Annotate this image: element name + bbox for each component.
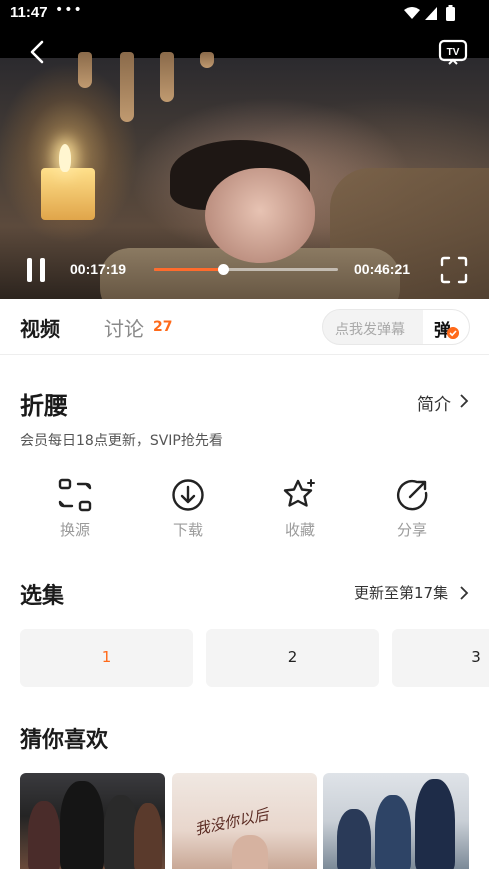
recommendations-title: 猜你喜欢	[20, 728, 109, 753]
check-icon	[447, 327, 459, 339]
chevron-right-icon[interactable]	[458, 585, 470, 601]
recommendation-poster[interactable]	[323, 773, 469, 869]
share-label: 分享	[396, 521, 427, 539]
share-icon	[396, 479, 428, 511]
back-icon[interactable]	[26, 38, 50, 66]
status-notification-dots: •••	[55, 2, 83, 18]
status-signal-battery-icon	[404, 5, 455, 21]
fullscreen-icon[interactable]	[440, 256, 468, 284]
discuss-count-badge: 27	[153, 319, 173, 335]
pause-button[interactable]	[24, 257, 50, 283]
total-time: 00:46:21	[354, 261, 411, 277]
recommendation-poster[interactable]: 我没你以后	[172, 773, 317, 869]
episode-item-1[interactable]: 1	[20, 629, 193, 687]
share-button[interactable]: 分享	[377, 478, 447, 548]
tab-video[interactable]: 视频	[20, 313, 60, 342]
favorite-button[interactable]: 收藏	[265, 478, 335, 548]
episodes-update-link[interactable]: 更新至第17集	[354, 582, 448, 603]
status-time: 11:47	[10, 4, 48, 21]
episode-number: 3	[471, 648, 481, 666]
video-detail-page: 11:47 ••• TV 00:17:19 00:46:21 视频 讨论 27 …	[0, 0, 489, 869]
favorite-label: 收藏	[284, 521, 315, 539]
episodes-title: 选集	[20, 584, 65, 609]
download-icon	[172, 479, 204, 511]
update-note: 会员每日18点更新，SVIP抢先看	[20, 433, 223, 449]
switch-source-icon	[58, 478, 92, 512]
star-icon	[283, 479, 315, 507]
status-bar: 11:47 •••	[0, 0, 489, 28]
episode-item-3[interactable]: 3	[392, 629, 489, 687]
switch-source-label: 换源	[59, 521, 90, 539]
episode-number: 2	[287, 648, 298, 666]
tv-cast-icon[interactable]: TV	[438, 38, 468, 66]
episode-number: 1	[101, 648, 112, 666]
video-player[interactable]: 11:47 ••• TV 00:17:19 00:46:21	[0, 0, 489, 299]
poster-title-script: 我没你以后	[193, 805, 271, 839]
danmu-toggle-button[interactable]: 弹	[423, 310, 469, 344]
danmu-input[interactable]: 点我发弹幕	[335, 319, 405, 339]
show-title: 折腰	[20, 392, 68, 420]
danmu-bar: 点我发弹幕 弹	[322, 309, 470, 345]
intro-link[interactable]: 简介	[417, 390, 451, 415]
detail-tabs: 视频 讨论 27 点我发弹幕 弹	[0, 299, 489, 355]
svg-text:TV: TV	[447, 47, 460, 58]
download-label: 下载	[172, 521, 203, 539]
tab-discuss[interactable]: 讨论	[104, 313, 144, 342]
download-button[interactable]: 下载	[153, 478, 223, 548]
current-time: 00:17:19	[70, 261, 127, 277]
seek-bar-handle[interactable]	[217, 264, 229, 275]
seek-bar[interactable]	[154, 264, 338, 275]
recommendation-poster[interactable]	[20, 773, 165, 869]
seek-bar-progress	[154, 268, 223, 271]
episode-item-2[interactable]: 2	[206, 629, 379, 687]
switch-source-button[interactable]: 换源	[40, 478, 110, 548]
chevron-right-icon[interactable]	[458, 393, 470, 409]
